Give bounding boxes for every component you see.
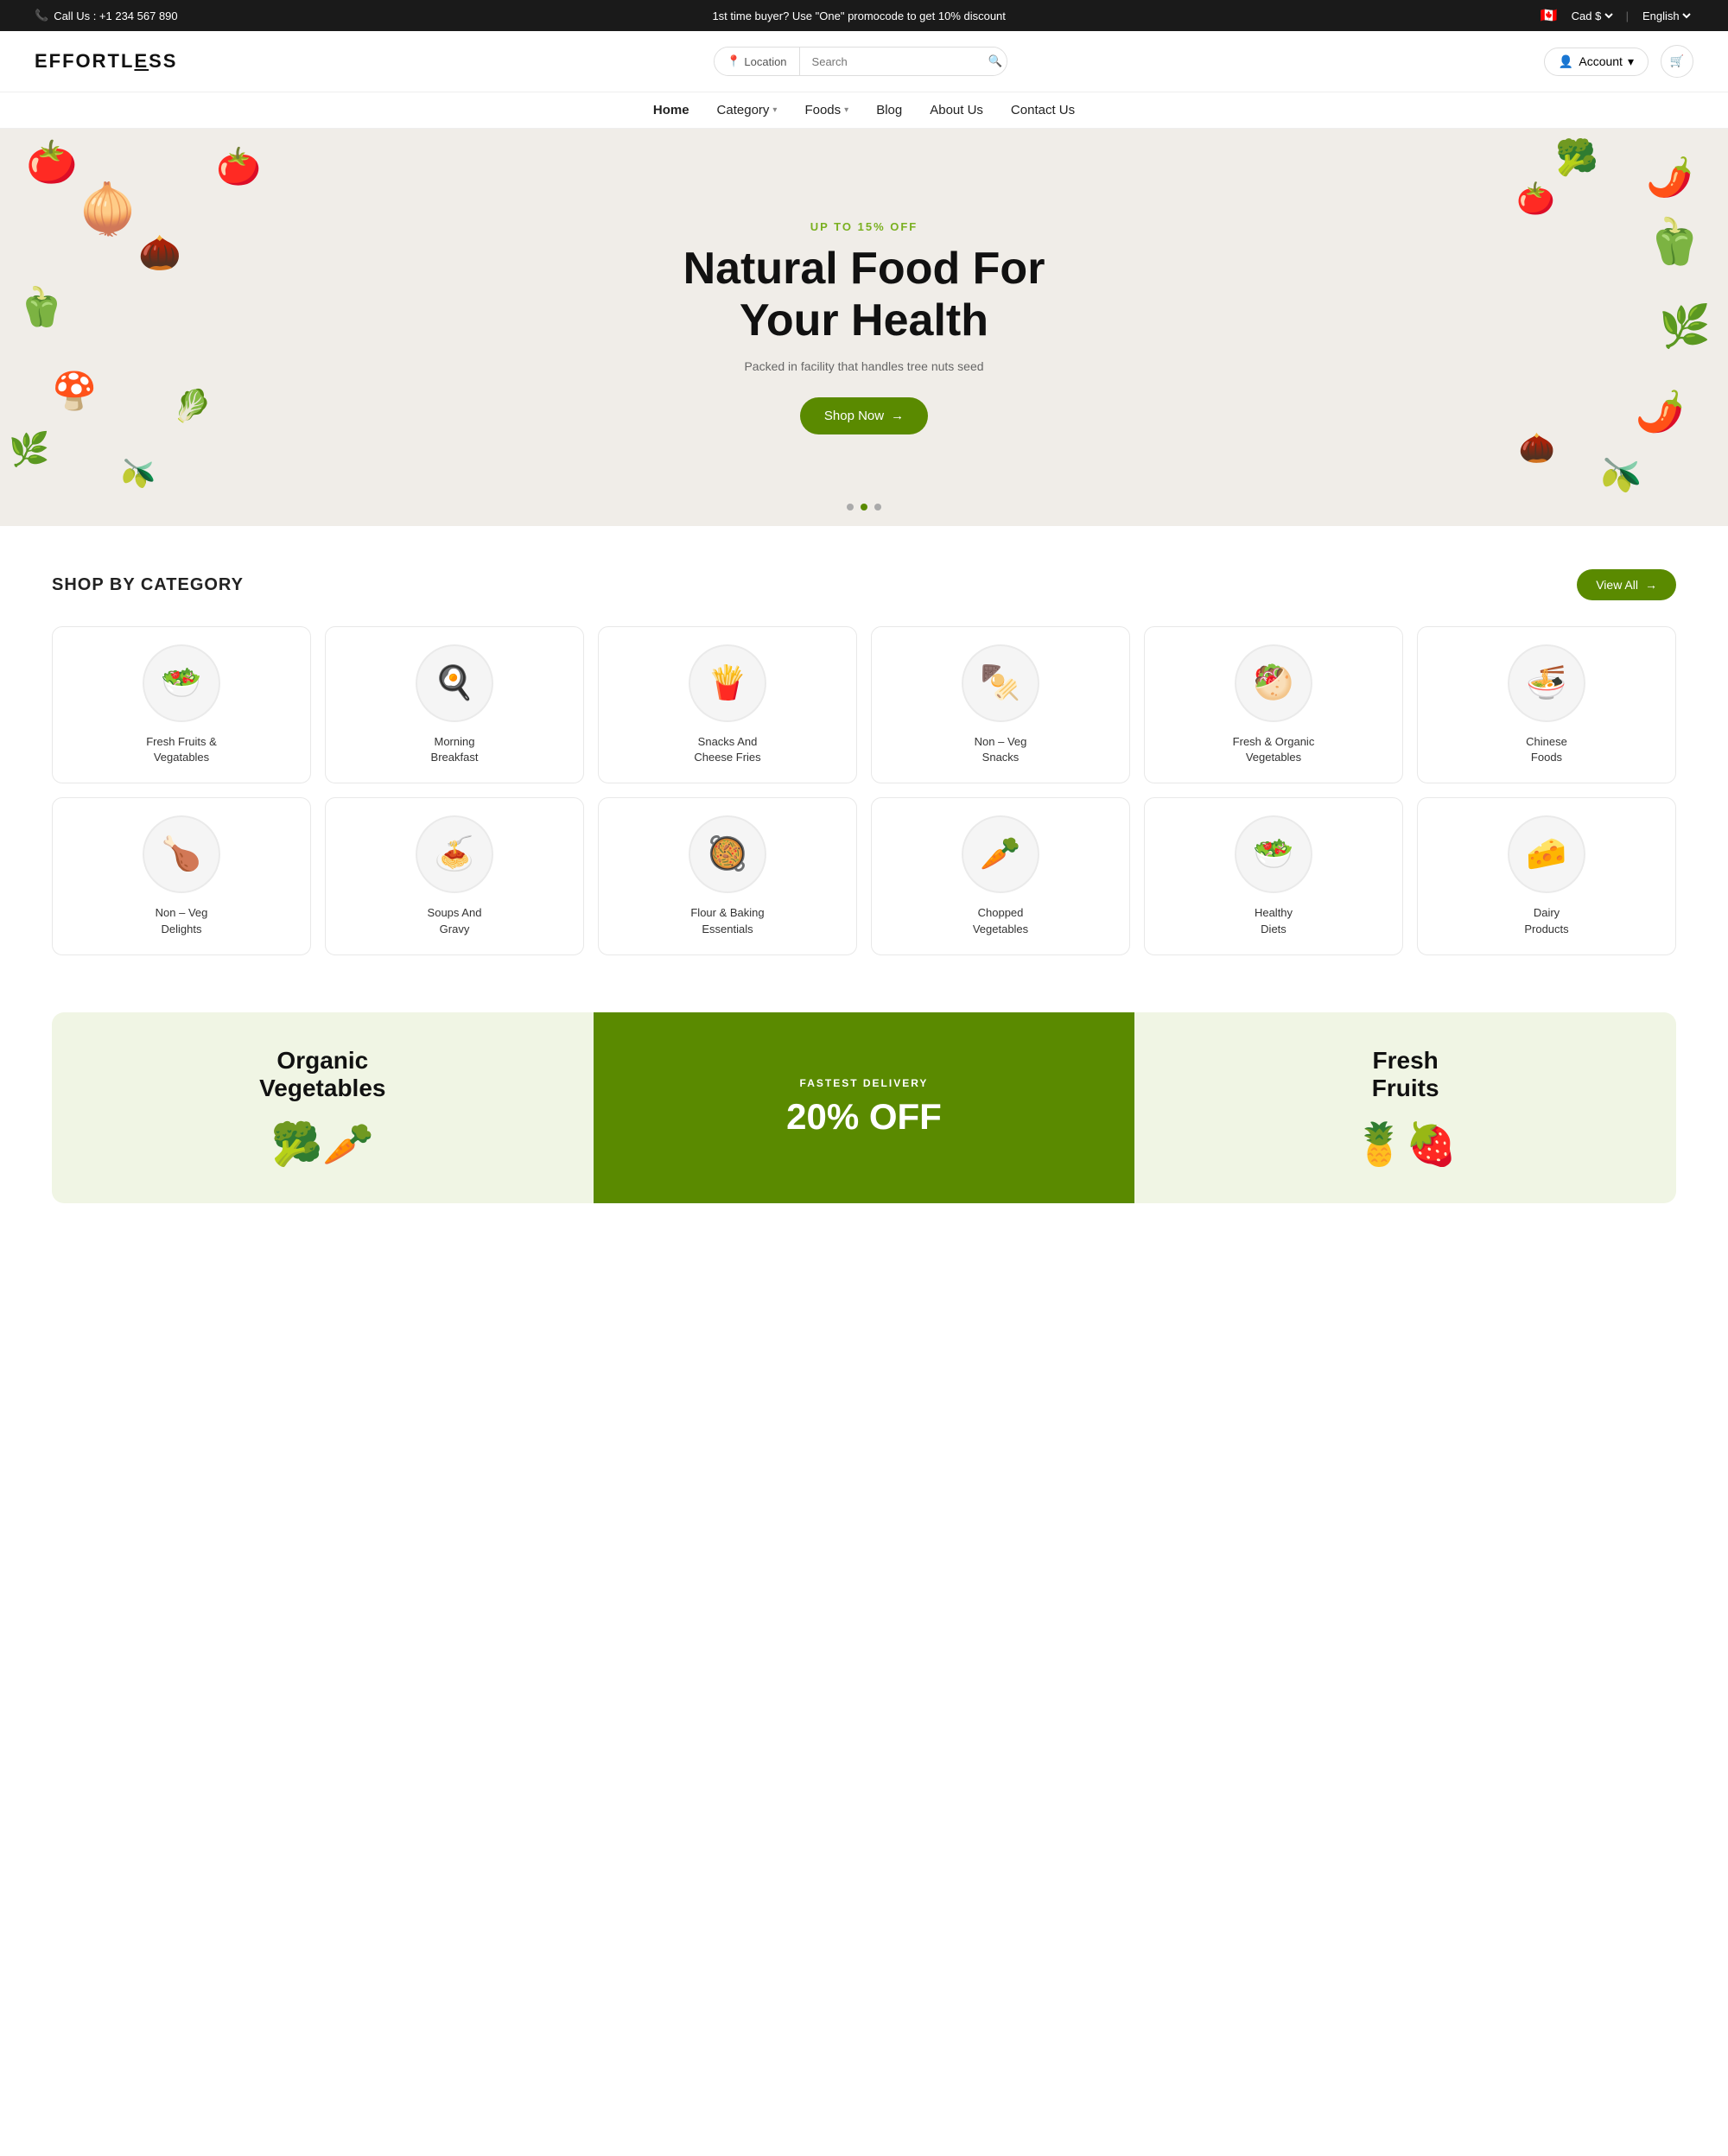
currency-select[interactable]: Cad $: [1568, 9, 1616, 23]
category-image: 🍟: [689, 644, 766, 722]
hero-section: 🍅 🧅 🫑 🍄 🌿 🌰 🫒 🍅 🥬 🌶️ 🫑 🥦 🌿 🌶️ 🫒 🍅 🌰 UP T…: [0, 129, 1728, 526]
category-image: 🍜: [1508, 644, 1585, 722]
top-bar-right: 🇨🇦 Cad $ | English: [1541, 7, 1693, 24]
flag-icon: 🇨🇦: [1541, 7, 1558, 24]
search-input[interactable]: [800, 48, 976, 75]
promo-subtitle: FASTEST DELIVERY: [800, 1077, 929, 1089]
chevron-down-icon: ▾: [844, 105, 848, 115]
nav-category[interactable]: Category ▾: [717, 103, 778, 117]
promo-discount: 20% OFF: [786, 1096, 942, 1138]
cart-button[interactable]: 🛒: [1661, 45, 1693, 78]
category-label: ChoppedVegetables: [973, 905, 1028, 936]
category-dairy-products[interactable]: 🧀 DairyProducts: [1417, 797, 1676, 954]
phone-icon: 📞: [35, 9, 48, 22]
language-select[interactable]: English: [1639, 9, 1693, 23]
category-image: 🍢: [962, 644, 1039, 722]
arrow-right-icon: →: [1645, 578, 1657, 592]
cart-icon: 🛒: [1670, 54, 1685, 68]
nav-contact[interactable]: Contact Us: [1011, 103, 1075, 117]
nav-foods[interactable]: Foods ▾: [804, 103, 848, 117]
category-image: 🥗: [1235, 815, 1312, 893]
slider-dot[interactable]: [874, 504, 881, 510]
category-label: Snacks AndCheese Fries: [694, 734, 760, 765]
category-label: DairyProducts: [1524, 905, 1568, 936]
category-grid-row1: 🥗 Fresh Fruits &Vegatables 🍳 MorningBrea…: [52, 626, 1676, 783]
category-non-veg-delights[interactable]: 🍗 Non – VegDelights: [52, 797, 311, 954]
category-soups-gravy[interactable]: 🍝 Soups AndGravy: [325, 797, 584, 954]
category-grid-row2: 🍗 Non – VegDelights 🍝 Soups AndGravy 🥘 F…: [52, 797, 1676, 954]
promo-fresh-fruits[interactable]: FreshFruits 🍍🍓: [1134, 1012, 1676, 1203]
nav-about[interactable]: About Us: [930, 103, 983, 117]
category-label: MorningBreakfast: [431, 734, 479, 765]
promo-title: OrganicVegetables: [259, 1047, 385, 1102]
category-label: HealthyDiets: [1255, 905, 1293, 936]
location-pin-icon: 📍: [727, 54, 740, 68]
category-label: Fresh & OrganicVegetables: [1233, 734, 1315, 765]
hero-subtitle: UP TO 15% OFF: [683, 220, 1045, 233]
category-image: 🥗: [143, 644, 220, 722]
slider-dot[interactable]: [861, 504, 867, 510]
category-label: Soups AndGravy: [428, 905, 482, 936]
slider-dot[interactable]: [847, 504, 854, 510]
nav-home[interactable]: Home: [653, 103, 689, 117]
main-nav: Home Category ▾ Foods ▾ Blog About Us Co…: [0, 92, 1728, 129]
promo-delivery[interactable]: FASTEST DELIVERY 20% OFF: [594, 1012, 1135, 1203]
category-image: 🥘: [689, 815, 766, 893]
arrow-right-icon: →: [891, 409, 904, 423]
category-fresh-organic[interactable]: 🥙 Fresh & OrganicVegetables: [1144, 626, 1403, 783]
category-label: Non – VegSnacks: [975, 734, 1027, 765]
promo-title: FreshFruits: [1372, 1047, 1439, 1102]
category-label: ChineseFoods: [1526, 734, 1567, 765]
nav-blog[interactable]: Blog: [876, 103, 902, 117]
promo-image: 🥦🥕: [271, 1119, 375, 1169]
shop-now-button[interactable]: Shop Now →: [800, 397, 928, 434]
category-chopped-vegetables[interactable]: 🥕 ChoppedVegetables: [871, 797, 1130, 954]
search-button[interactable]: 🔍: [976, 48, 1008, 75]
category-section: SHOP BY CATEGORY View All → 🥗 Fresh Frui…: [0, 526, 1728, 1012]
promo-organic-vegetables[interactable]: OrganicVegetables 🥦🥕: [52, 1012, 594, 1203]
promo-banner: 1st time buyer? Use "One" promocode to g…: [178, 10, 1541, 22]
category-image: 🍝: [416, 815, 493, 893]
hero-description: Packed in facility that handles tree nut…: [683, 359, 1045, 373]
section-header: SHOP BY CATEGORY View All →: [52, 569, 1676, 600]
category-label: Flour & BakingEssentials: [690, 905, 764, 936]
phone-number: Call Us : +1 234 567 890: [54, 10, 177, 22]
category-image: 🍳: [416, 644, 493, 722]
phone-section: 📞 Call Us : +1 234 567 890: [35, 9, 178, 22]
logo[interactable]: EFFORTLESS: [35, 50, 177, 73]
promo-section: OrganicVegetables 🥦🥕 FASTEST DELIVERY 20…: [52, 1012, 1676, 1203]
category-morning-breakfast[interactable]: 🍳 MorningBreakfast: [325, 626, 584, 783]
category-image: 🍗: [143, 815, 220, 893]
section-title: SHOP BY CATEGORY: [52, 575, 244, 595]
category-label: Non – VegDelights: [156, 905, 208, 936]
divider: |: [1626, 10, 1629, 22]
account-button[interactable]: 👤 Account ▾: [1544, 48, 1649, 76]
category-image: 🥕: [962, 815, 1039, 893]
view-all-button[interactable]: View All →: [1577, 569, 1676, 600]
top-bar: 📞 Call Us : +1 234 567 890 1st time buye…: [0, 0, 1728, 31]
category-image: 🧀: [1508, 815, 1585, 893]
category-flour-baking[interactable]: 🥘 Flour & BakingEssentials: [598, 797, 857, 954]
location-button[interactable]: 📍 Location: [715, 48, 799, 75]
category-snacks-cheese[interactable]: 🍟 Snacks AndCheese Fries: [598, 626, 857, 783]
header-right: 👤 Account ▾ 🛒: [1544, 45, 1693, 78]
category-fresh-fruits[interactable]: 🥗 Fresh Fruits &Vegatables: [52, 626, 311, 783]
chevron-down-icon: ▾: [772, 105, 777, 115]
hero-slider-dots: [847, 504, 881, 510]
chevron-down-icon: ▾: [1628, 54, 1634, 69]
hero-title: Natural Food For Your Health: [683, 244, 1045, 347]
search-bar: 📍 Location 🔍: [714, 47, 1007, 76]
category-non-veg-snacks[interactable]: 🍢 Non – VegSnacks: [871, 626, 1130, 783]
hero-content: UP TO 15% OFF Natural Food For Your Heal…: [683, 220, 1045, 434]
category-image: 🥙: [1235, 644, 1312, 722]
category-healthy-diets[interactable]: 🥗 HealthyDiets: [1144, 797, 1403, 954]
header: EFFORTLESS 📍 Location 🔍 👤 Account ▾ 🛒: [0, 31, 1728, 92]
category-chinese-foods[interactable]: 🍜 ChineseFoods: [1417, 626, 1676, 783]
promo-image: 🍍🍓: [1354, 1119, 1458, 1169]
user-icon: 👤: [1559, 54, 1573, 69]
category-label: Fresh Fruits &Vegatables: [146, 734, 217, 765]
